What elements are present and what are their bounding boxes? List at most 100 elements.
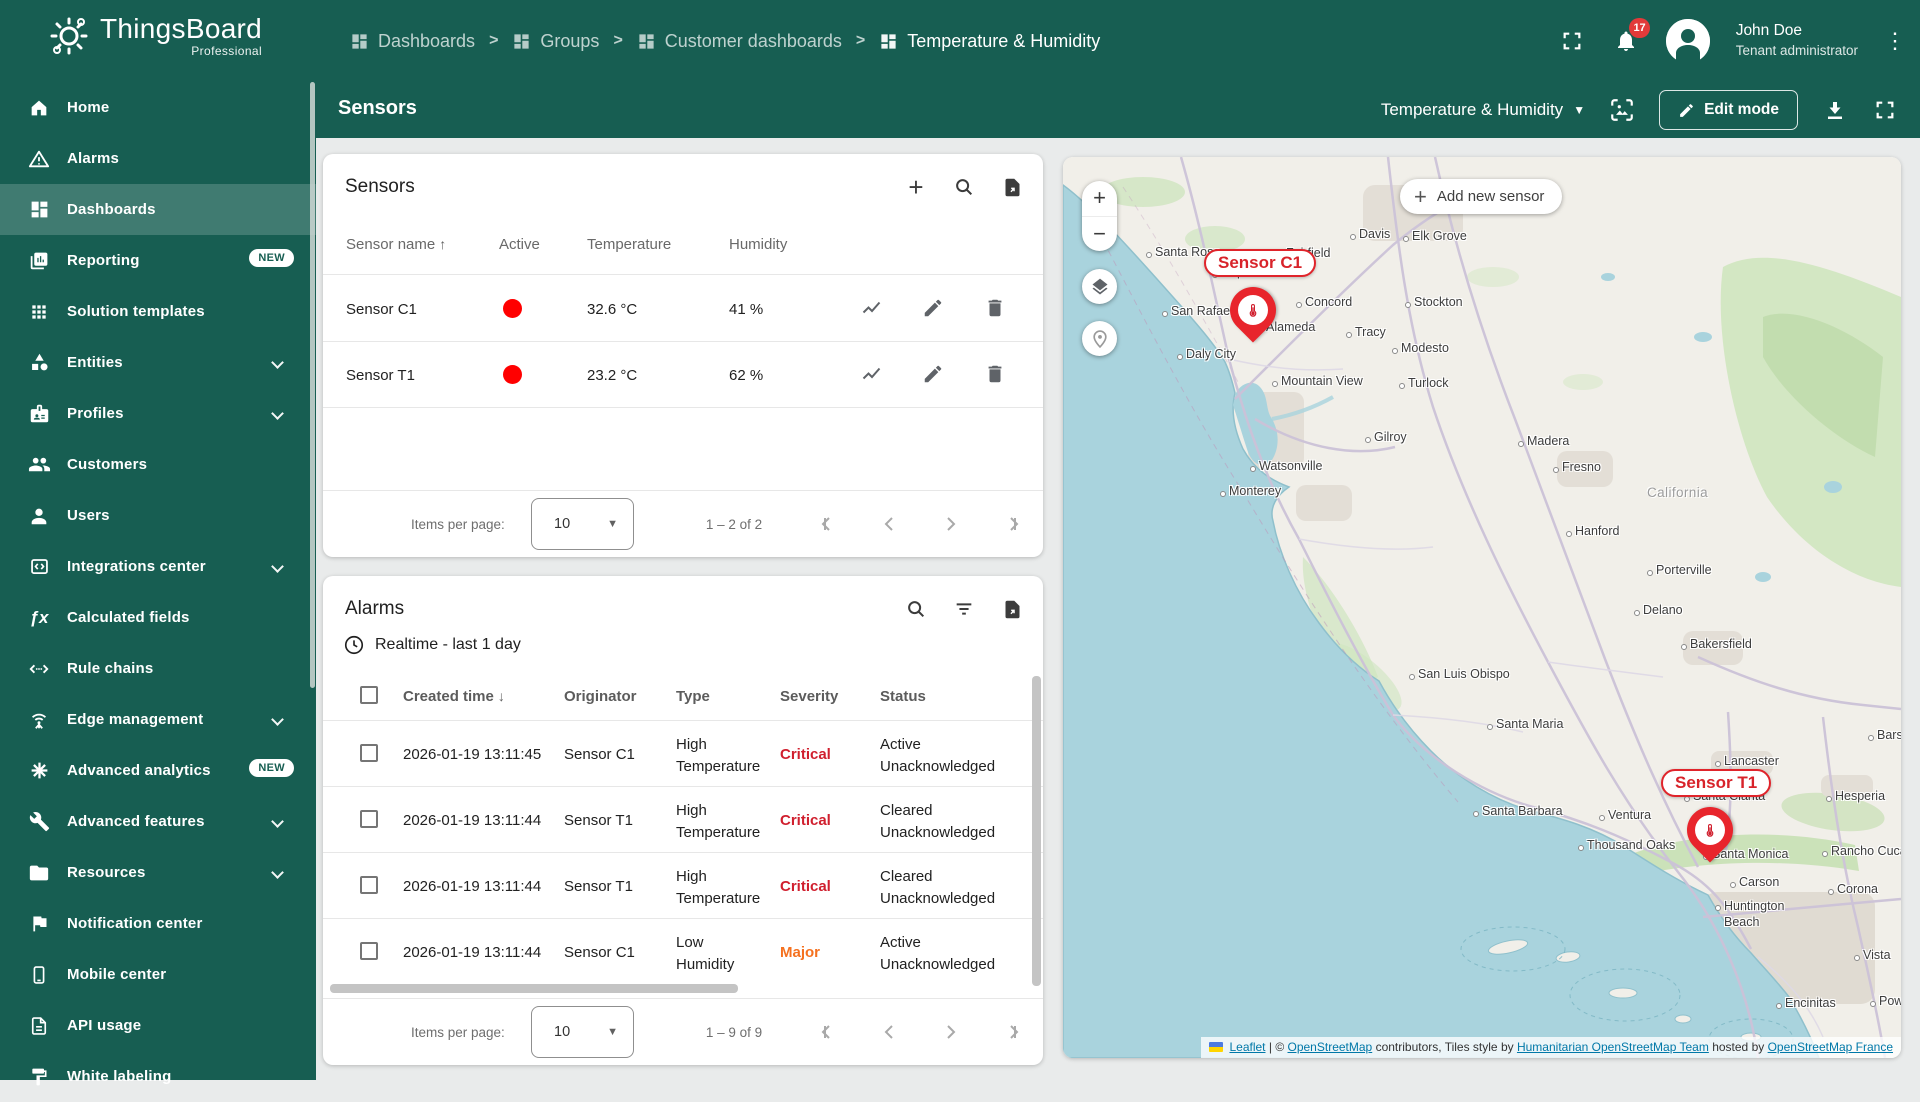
download-icon[interactable] [1822,97,1848,123]
fullscreen-icon[interactable] [1872,97,1898,123]
marker-tooltip-sensor-c1[interactable]: Sensor C1 [1204,249,1316,277]
col-severity[interactable]: Severity [780,688,838,705]
kebab-menu-icon[interactable]: ⋮ [1884,28,1904,54]
search-icon[interactable] [903,596,929,622]
prev-page-icon[interactable] [871,505,909,543]
app-name: ThingsBoard [100,14,262,44]
notifications-bell-icon[interactable]: 17 [1612,27,1640,55]
add-new-sensor-button[interactable]: + Add new sensor [1400,179,1562,214]
page-title: Sensors [338,97,417,120]
col-temperature[interactable]: Temperature [587,236,671,253]
marker-tooltip-sensor-t1[interactable]: Sensor T1 [1661,769,1771,797]
col-type[interactable]: Type [676,688,710,705]
col-active[interactable]: Active [499,236,540,253]
filter-icon[interactable] [951,596,977,622]
zoom-out-button[interactable]: − [1082,217,1117,252]
dashboard-state-select[interactable]: Temperature & Humidity ▼ [1381,100,1585,120]
edit-mode-button[interactable]: Edit mode [1659,90,1798,130]
sidebar-item-calculated-fields[interactable]: ƒx Calculated fields [0,592,316,643]
delete-trash-icon[interactable] [984,363,1008,387]
dashboard-image-icon[interactable] [1609,97,1635,123]
sidebar-item-rule-chains[interactable]: Rule chains [0,643,316,694]
apps-grid-icon [27,300,51,324]
page-size-select[interactable]: 10 ▼ [531,498,634,550]
report-chart-icon [27,249,51,273]
select-all-checkbox[interactable] [360,686,378,704]
map-place-label: San Rafael [1171,304,1233,318]
col-humidity[interactable]: Humidity [729,236,787,253]
timeseries-chart-icon[interactable] [860,297,884,321]
sidebar-item-advanced-features[interactable]: Advanced features [0,796,316,847]
fullscreen-icon[interactable] [1558,27,1586,55]
add-entity-icon[interactable]: + [903,174,929,200]
search-icon[interactable] [951,174,977,200]
export-icon[interactable] [999,174,1025,200]
page-size-select[interactable]: 10 ▼ [531,1006,634,1058]
timeseries-chart-icon[interactable] [860,363,884,387]
map-place-label: Fresno [1562,460,1601,474]
delete-trash-icon[interactable] [984,297,1008,321]
sidebar-item-users[interactable]: Users [0,490,316,541]
last-page-icon[interactable] [991,1013,1029,1051]
app-logo[interactable]: ThingsBoard Professional [48,14,262,58]
breadcrumb-separator: > [856,32,865,50]
breadcrumb-current[interactable]: Temperature & Humidity [879,31,1100,52]
vertical-scrollbar[interactable] [1032,676,1041,986]
map-place-label: Bakersfield [1690,637,1752,651]
sidebar-item-edge-management[interactable]: Edge management [0,694,316,745]
zoom-in-button[interactable]: + [1082,181,1117,217]
avatar[interactable] [1666,19,1710,63]
sidebar-item-resources[interactable]: Resources [0,847,316,898]
plus-icon: + [1414,184,1427,210]
sidebar-item-reporting[interactable]: Reporting NEW [0,235,316,286]
row-checkbox[interactable] [360,810,378,828]
map-place-label: San Luis Obispo [1418,667,1510,681]
breadcrumb-groups[interactable]: Groups [512,31,599,52]
osm-france-link[interactable]: OpenStreetMap France [1768,1040,1893,1054]
map-locate-button[interactable] [1082,321,1117,356]
sidebar-item-solution-templates[interactable]: Solution templates [0,286,316,337]
breadcrumb: Dashboards > Groups > Customer dashboard… [350,0,1100,82]
col-originator[interactable]: Originator [564,688,637,705]
user-menu[interactable]: John Doe Tenant administrator [1736,21,1858,60]
sidebar-item-integrations-center[interactable]: Integrations center [0,541,316,592]
col-status[interactable]: Status [880,688,926,705]
sidebar-scrollbar[interactable] [310,82,315,688]
row-checkbox[interactable] [360,942,378,960]
sidebar-item-customers[interactable]: Customers [0,439,316,490]
first-page-icon[interactable] [811,1013,849,1051]
time-window-button[interactable]: Realtime - last 1 day [343,634,521,656]
tools-icon [27,810,51,834]
next-page-icon[interactable] [931,1013,969,1051]
sidebar-item-dashboards[interactable]: Dashboards [0,184,316,235]
leaflet-link[interactable]: Leaflet [1229,1040,1265,1054]
row-checkbox[interactable] [360,744,378,762]
sidebar-item-alarms[interactable]: Alarms [0,133,316,184]
sidebar-item-profiles[interactable]: Profiles [0,388,316,439]
map-layers-button[interactable] [1082,269,1117,304]
prev-page-icon[interactable] [871,1013,909,1051]
horizontal-scrollbar[interactable] [330,984,738,993]
sidebar-item-home[interactable]: Home [0,82,316,133]
export-icon[interactable] [999,596,1025,622]
next-page-icon[interactable] [931,505,969,543]
breadcrumb-dashboards[interactable]: Dashboards [350,31,475,52]
sidebar-item-mobile-center[interactable]: Mobile center [0,949,316,1000]
sidebar-item-notification-center[interactable]: Notification center [0,898,316,949]
hot-link[interactable]: Humanitarian OpenStreetMap Team [1517,1040,1709,1054]
col-created-time[interactable]: Created time↓ [403,688,505,705]
sidebar-item-entities[interactable]: Entities [0,337,316,388]
map-place-label: Madera [1527,434,1569,448]
sidebar-item-advanced-analytics[interactable]: Advanced analytics NEW [0,745,316,796]
edit-pencil-icon[interactable] [922,297,946,321]
edit-pencil-icon[interactable] [922,363,946,387]
last-page-icon[interactable] [991,505,1029,543]
breadcrumb-customer-dashboards[interactable]: Customer dashboards [637,31,842,52]
col-sensor-name[interactable]: Sensor name↑ [346,236,446,253]
first-page-icon[interactable] [811,505,849,543]
row-checkbox[interactable] [360,876,378,894]
map-canvas[interactable]: Davis Elk Grove Fairfield Santa Rosa Nap… [1063,157,1901,1058]
osm-link[interactable]: OpenStreetMap [1288,1040,1373,1054]
sidebar-item-white-labeling[interactable]: White labeling [0,1051,316,1102]
sidebar-item-api-usage[interactable]: API usage [0,1000,316,1051]
